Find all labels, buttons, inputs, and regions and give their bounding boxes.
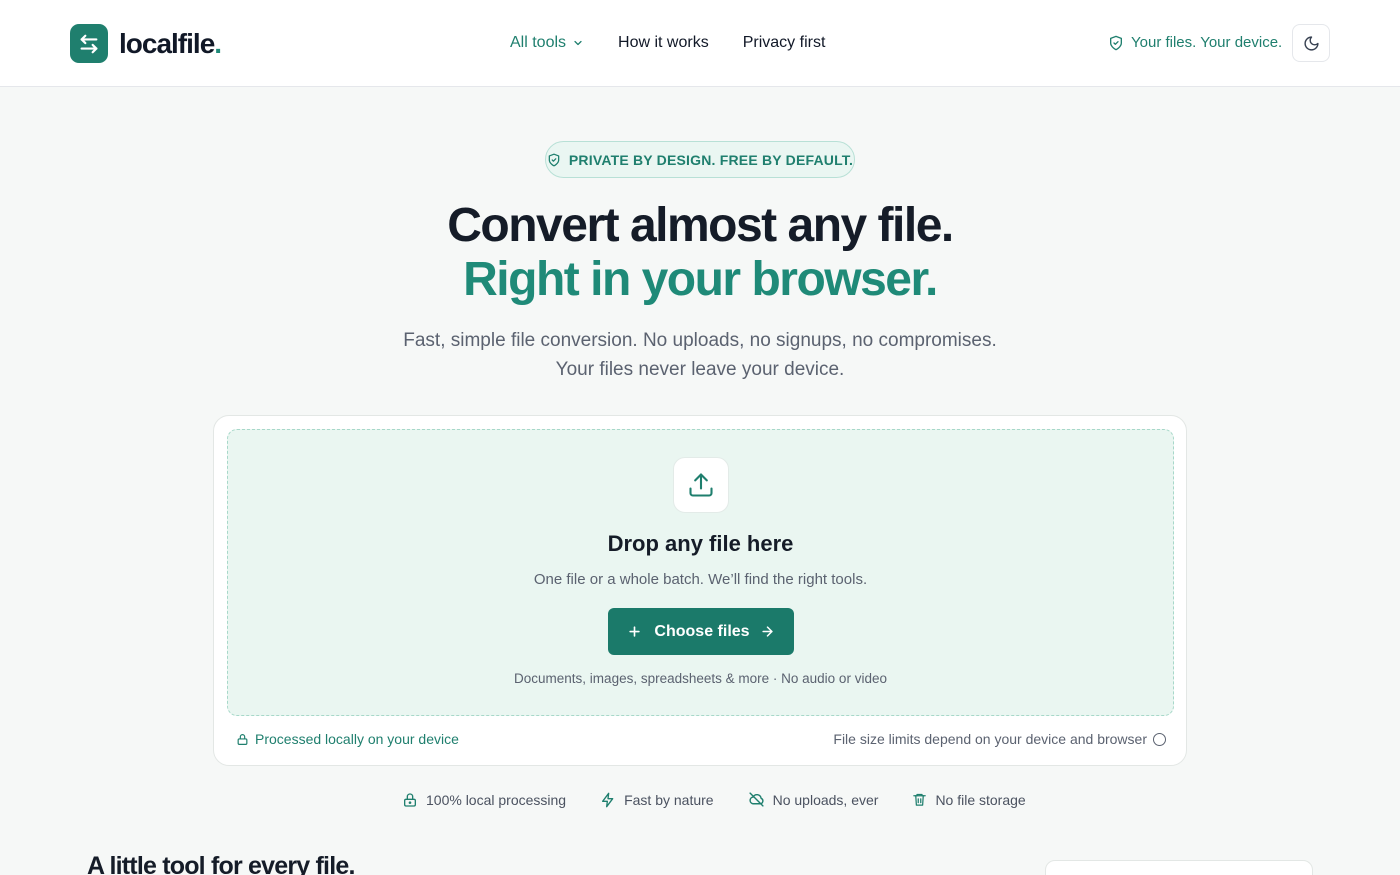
moon-icon [1303, 35, 1319, 51]
feature-item: No uploads, ever [748, 791, 879, 808]
trust-text: Your files. Your device. [1131, 34, 1283, 51]
choose-files-button[interactable]: Choose files [608, 608, 794, 655]
nav-all-tools[interactable]: All tools [510, 34, 584, 52]
hero-subtitle-2: Your files never leave your device. [555, 359, 845, 380]
side-card [1045, 860, 1313, 875]
hero-title-accent: Right in your browser. [463, 253, 938, 306]
chevron-down-icon [574, 40, 582, 46]
feature-label: No file storage [935, 791, 1026, 808]
main-nav: All tools How it works Privacy first [510, 34, 825, 52]
hero-subtitle: Fast, simple file conversion. No uploads… [403, 330, 997, 351]
feature-item: 100% local processing [402, 792, 566, 808]
lock-icon [237, 733, 248, 745]
hero-title: Convert almost any file. [447, 199, 954, 252]
feature-label: Fast by nature [624, 791, 714, 808]
file-size-text: File size limits depend on your device a… [833, 731, 1147, 747]
feature-list: 100% local processing Fast by nature No … [402, 791, 1026, 808]
nav-how-it-works[interactable]: How it works [618, 34, 709, 52]
cloud-off-icon [749, 792, 764, 807]
swap-arrows-icon [70, 24, 108, 63]
trash-icon [913, 793, 927, 806]
info-circle-icon[interactable] [1153, 732, 1166, 746]
choose-files-label: Choose files [654, 622, 750, 640]
feature-label: No uploads, ever [772, 791, 879, 808]
dropzone-subtitle: One file or a whole batch. We’ll find th… [533, 571, 868, 588]
logo[interactable]: localfile. [70, 24, 222, 63]
hero-badge-text: PRIVATE BY DESIGN. FREE BY DEFAULT. [568, 151, 854, 168]
hero-badge: PRIVATE BY DESIGN. FREE BY DEFAULT. [545, 141, 855, 178]
nav-all-tools-label: All tools [510, 34, 567, 51]
upload-card: Drop any file here One file or a whole b… [213, 415, 1187, 766]
shield-check-icon [1110, 35, 1122, 50]
lightning-icon [602, 792, 614, 807]
feature-item: Fast by nature [600, 792, 714, 808]
local-processing-text: Processed locally on your device [255, 731, 459, 747]
lock-icon [404, 792, 416, 807]
dropzone-note: Documents, images, spreadsheets & more ·… [514, 671, 887, 686]
logo-text: localfile. [119, 27, 222, 59]
feature-item: No file storage [912, 791, 1026, 808]
arrow-right-icon [760, 624, 775, 639]
upload-icon [673, 457, 729, 513]
trust-note: Your files. Your device. [1108, 34, 1282, 51]
theme-toggle-button[interactable] [1292, 24, 1330, 62]
local-processing-note: Processed locally on your device [236, 731, 459, 747]
shield-check-icon [548, 153, 560, 166]
file-size-note: File size limits depend on your device a… [833, 731, 1166, 747]
site-header: localfile. All tools How it works Privac… [0, 0, 1400, 87]
nav-how-it-works-label: How it works [618, 34, 709, 51]
nav-privacy-first[interactable]: Privacy first [743, 34, 826, 52]
section-title: A little tool for every file. [87, 852, 355, 875]
plus-icon [627, 624, 642, 639]
file-dropzone[interactable]: Drop any file here One file or a whole b… [227, 429, 1174, 716]
dropzone-title: Drop any file here [607, 531, 794, 556]
nav-privacy-first-label: Privacy first [742, 34, 826, 51]
feature-label: 100% local processing [426, 791, 567, 808]
